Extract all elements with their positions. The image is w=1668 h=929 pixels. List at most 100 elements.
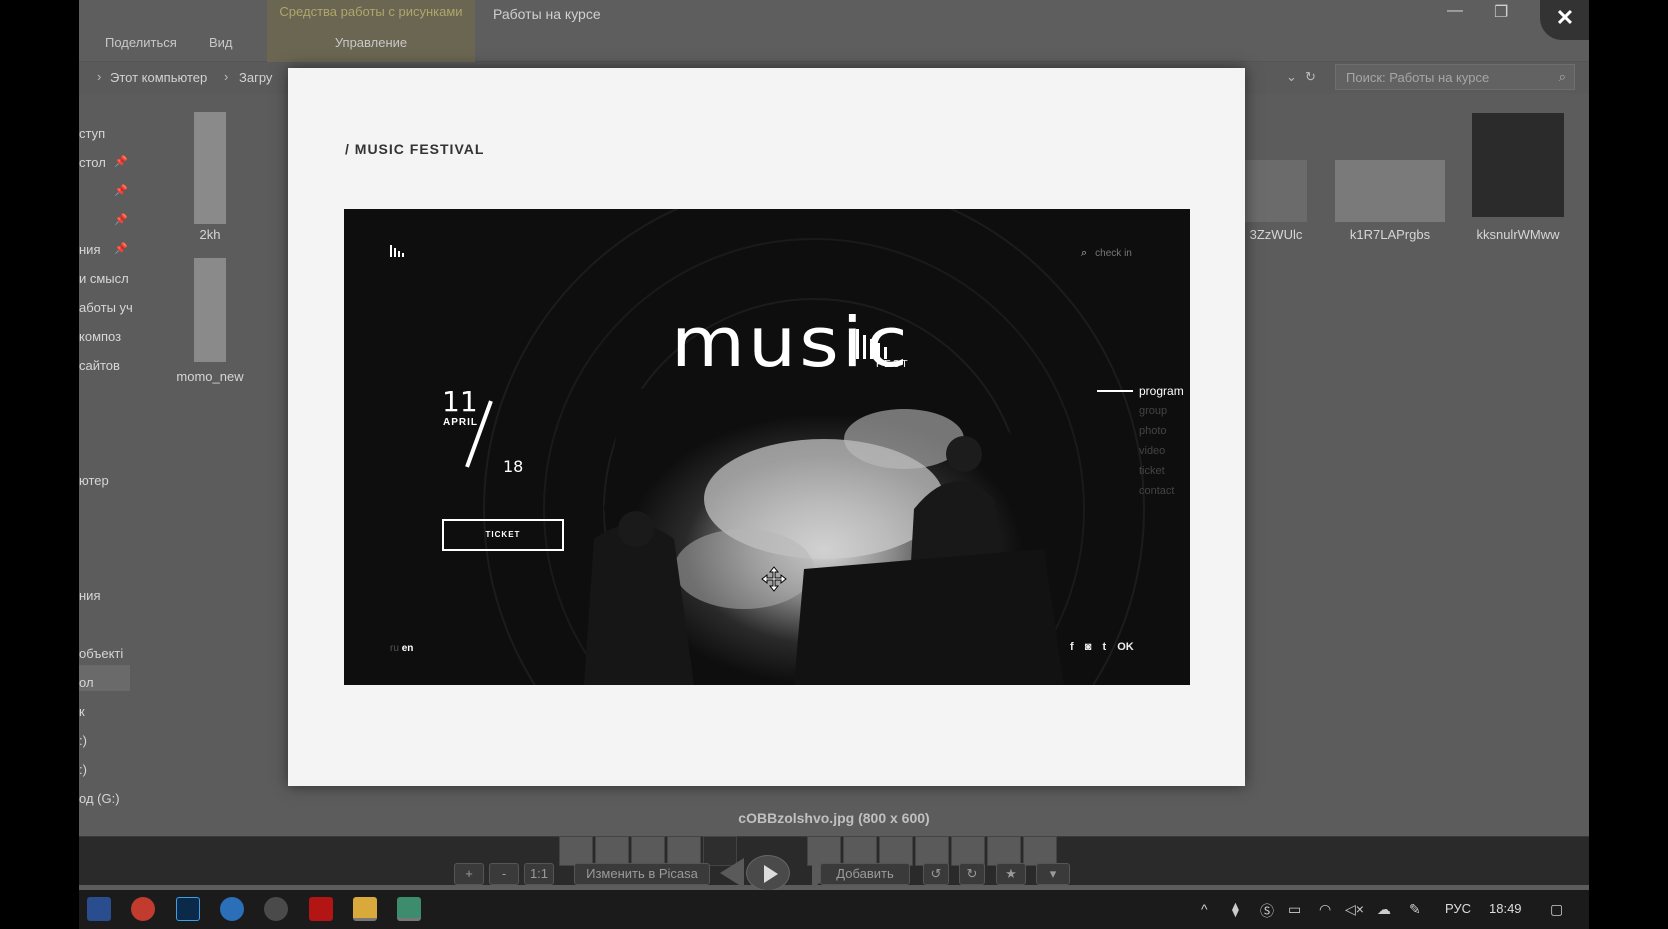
film-thumb[interactable] — [879, 836, 913, 866]
file-name[interactable]: 2kh — [174, 227, 246, 242]
date-year: 18 — [503, 457, 524, 476]
pen-icon[interactable]: ✎ — [1409, 901, 1421, 918]
rotate-left-button[interactable]: ↺ — [923, 863, 949, 885]
chevron-down-icon[interactable]: ⌄ — [1286, 69, 1297, 85]
tab-manage[interactable]: Управление — [267, 35, 475, 50]
previous-arrow-icon[interactable] — [720, 858, 744, 888]
file-thumbnail[interactable] — [194, 258, 226, 362]
nav-item-this-pc[interactable]: ютер — [79, 473, 109, 488]
cloud-icon[interactable]: ☁ — [1377, 901, 1391, 918]
chrome-icon[interactable] — [131, 897, 155, 921]
file-name[interactable]: momo_new — [164, 369, 256, 384]
explorer-ribbon: Средства работы с рисунками Управление П… — [79, 0, 1589, 62]
film-thumb[interactable] — [951, 836, 985, 866]
nav-item[interactable]: ния — [79, 588, 100, 603]
nav-item[interactable]: ступ — [79, 126, 105, 141]
language-indicator[interactable]: РУС — [1445, 901, 1471, 916]
film-thumb[interactable] — [667, 836, 701, 866]
nav-item[interactable]: ния — [79, 242, 100, 257]
chevron-right-icon: › — [224, 69, 229, 84]
nav-item[interactable]: ол — [79, 675, 94, 690]
app-icon[interactable] — [264, 897, 288, 921]
menu-item-photo: photo — [1139, 425, 1167, 437]
file-thumbnail[interactable] — [1245, 160, 1307, 222]
file-thumbnail[interactable] — [1472, 113, 1564, 217]
move-cursor-icon — [761, 566, 787, 592]
tab-view[interactable]: Вид — [209, 35, 233, 50]
restore-icon[interactable]: ❐ — [1494, 2, 1508, 22]
add-button[interactable]: Добавить — [820, 863, 910, 885]
picture-tools-tab-group[interactable]: Средства работы с рисунками Управление — [267, 0, 475, 62]
nav-item[interactable]: композ — [79, 329, 121, 344]
film-thumb[interactable] — [595, 836, 629, 866]
pin-icon: 📌 — [114, 185, 128, 197]
photoshop-icon[interactable] — [176, 897, 200, 921]
file-name[interactable]: k1R7LAPrgbs — [1335, 227, 1445, 242]
chevron-right-icon: › — [97, 69, 102, 84]
language-switch: ru en — [390, 643, 414, 654]
menu-item-group: group — [1139, 405, 1168, 417]
nav-item-drive-g[interactable]: од (G:) — [79, 791, 120, 806]
zoom-in-button[interactable]: + — [454, 863, 484, 885]
film-thumb[interactable] — [1023, 836, 1057, 866]
nav-item[interactable]: объекті — [79, 646, 123, 661]
file-explorer-icon[interactable] — [353, 897, 377, 921]
search-icon: ⌕ — [1081, 247, 1088, 259]
menu-item-program: program — [1139, 384, 1184, 398]
film-thumb[interactable] — [631, 836, 665, 866]
nav-item[interactable]: сайтов — [79, 358, 120, 373]
play-slideshow-button[interactable] — [746, 855, 790, 891]
mockup-logo-icon — [390, 245, 404, 257]
chevron-up-icon[interactable]: ^ — [1201, 901, 1208, 917]
star-button[interactable]: ★ — [996, 863, 1026, 885]
social-links: f ◙ t OK — [1070, 641, 1142, 653]
save-app-icon[interactable] — [87, 897, 111, 921]
browser-icon[interactable] — [220, 897, 244, 921]
clock[interactable]: 18:49 — [1489, 901, 1522, 916]
file-name[interactable]: kksnulrWMww — [1465, 227, 1571, 242]
battery-icon[interactable]: ▭ — [1288, 901, 1301, 918]
search-input[interactable]: Поиск: Работы на курсе ⌕ — [1335, 64, 1575, 90]
notifications-icon[interactable]: ▢ — [1550, 901, 1563, 918]
nav-item[interactable]: :) — [79, 733, 87, 748]
nav-item[interactable]: к — [79, 704, 85, 719]
rotate-right-button[interactable]: ↻ — [959, 863, 985, 885]
photo-viewer-icon[interactable] — [397, 897, 421, 921]
file-name[interactable]: 3ZzWUlc — [1233, 227, 1319, 242]
navigation-pane: ступ стол 📌 📌 📌 ния 📌 и смысл аботы уч к… — [79, 110, 209, 810]
nav-item[interactable]: стол — [79, 155, 106, 170]
refresh-icon[interactable]: ↻ — [1305, 69, 1316, 85]
instagram-icon: ◙ — [1084, 641, 1092, 653]
pdf-reader-icon[interactable] — [309, 897, 333, 921]
image-caption: cOBBzolshvo.jpg (800 x 600) — [738, 810, 930, 826]
nav-item[interactable]: :) — [79, 762, 87, 777]
volume-muted-icon[interactable]: ◁× — [1345, 901, 1364, 918]
minimize-icon[interactable]: — — [1447, 2, 1463, 20]
menu-item-ticket: ticket — [1139, 465, 1165, 477]
search-placeholder: Поиск: Работы на курсе — [1346, 70, 1490, 85]
edit-in-picasa-button[interactable]: Изменить в Picasa — [574, 863, 710, 885]
wifi-icon[interactable]: ◠ — [1319, 901, 1331, 918]
odnoklassniki-icon: OK — [1117, 641, 1134, 653]
file-thumbnail[interactable] — [1335, 160, 1445, 222]
more-button[interactable]: ▾ — [1036, 863, 1070, 885]
breadcrumb-downloads[interactable]: Загру — [239, 70, 272, 85]
facebook-icon: f — [1070, 641, 1074, 653]
dropbox-icon[interactable]: ⧫ — [1232, 901, 1239, 918]
mockup-search: ⌕ check in — [1081, 247, 1132, 259]
file-thumbnail[interactable] — [194, 112, 226, 224]
film-thumb[interactable] — [987, 836, 1021, 866]
close-viewer-button[interactable]: ✕ — [1540, 0, 1589, 40]
film-thumb[interactable] — [915, 836, 949, 866]
actual-size-button[interactable]: 1:1 — [524, 863, 554, 885]
nav-item[interactable]: аботы уч — [79, 300, 133, 315]
film-thumb[interactable] — [559, 836, 593, 866]
skype-icon[interactable]: Ⓢ — [1260, 901, 1274, 921]
breadcrumb-this-pc[interactable]: Этот компьютер — [110, 70, 207, 85]
zoom-out-button[interactable]: - — [489, 863, 519, 885]
tab-share[interactable]: Поделиться — [105, 35, 177, 50]
taskbar: ^ ⧫ Ⓢ ▭ ◠ ◁× ☁ ✎ РУС 18:49 ▢ — [79, 890, 1589, 929]
film-thumb[interactable] — [843, 836, 877, 866]
desktop: Средства работы с рисунками Управление П… — [79, 0, 1589, 929]
nav-item[interactable]: и смысл — [79, 271, 129, 286]
